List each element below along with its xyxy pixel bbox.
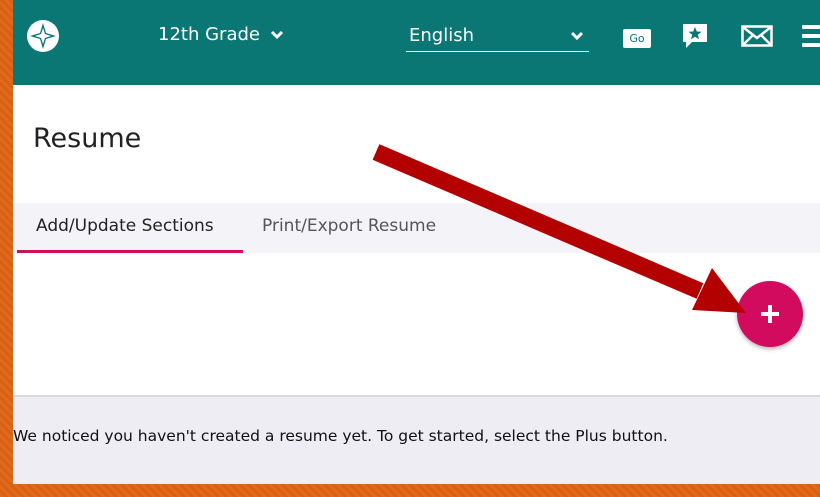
tab-print-export-resume[interactable]: Print/Export Resume xyxy=(262,216,436,236)
sections-area xyxy=(13,253,820,395)
empty-state-message: We noticed you haven't created a resume … xyxy=(13,427,668,445)
language-select[interactable]: English xyxy=(406,21,589,52)
language-value: English xyxy=(409,25,474,46)
grade-selector[interactable]: 12th Grade xyxy=(158,24,284,45)
page-title: Resume xyxy=(33,123,142,154)
chat-star-icon[interactable] xyxy=(680,21,710,51)
add-section-button[interactable] xyxy=(737,281,803,347)
chevron-down-icon xyxy=(570,31,584,41)
mail-icon[interactable] xyxy=(741,25,773,47)
hamburger-menu-icon[interactable] xyxy=(802,25,820,49)
empty-state-panel: We noticed you haven't created a resume … xyxy=(13,395,820,484)
compass-logo-icon[interactable] xyxy=(26,19,60,53)
grade-label: 12th Grade xyxy=(158,24,260,45)
top-navigation-bar: 12th Grade English Go xyxy=(13,0,820,85)
tab-bar: Add/Update Sections Print/Export Resume xyxy=(13,203,820,254)
go-button[interactable]: Go xyxy=(623,29,651,48)
plus-icon xyxy=(761,305,779,323)
tab-add-update-sections[interactable]: Add/Update Sections xyxy=(36,216,214,236)
chevron-down-icon xyxy=(270,30,284,39)
app-frame: 12th Grade English Go Resume Add/Update … xyxy=(13,0,820,484)
